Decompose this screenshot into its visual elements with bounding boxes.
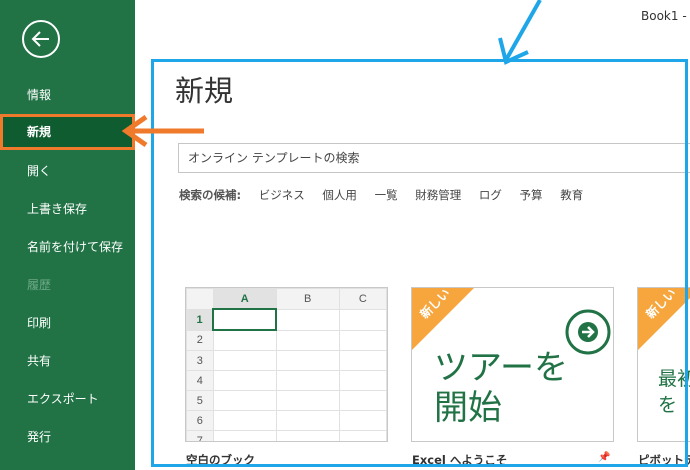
template-blank-workbook[interactable]: A B C 1 2 3 4 5 6 7 <box>185 287 388 442</box>
back-button[interactable] <box>22 20 60 58</box>
template-welcome-tour[interactable]: 新しい ツアーを 開始 <box>411 287 614 442</box>
tour-tile-text: ツアーを 開始 <box>434 348 568 428</box>
page-title: 新規 <box>175 74 234 108</box>
template-caption-blank[interactable]: 空白のブック <box>186 452 255 468</box>
grid-col-header: A <box>212 288 277 310</box>
template-pivot-table[interactable]: 新しい 最初 を <box>637 287 690 442</box>
sidebar-item-share[interactable]: 共有 <box>0 343 135 379</box>
template-caption-pivot[interactable]: ピボットテ <box>638 452 690 468</box>
backstage-sidebar: 情報 新規 開く 上書き保存 名前を付けて保存 履歴 印刷 共有 エクスポート … <box>0 0 135 470</box>
grid-row-header: 2 <box>186 329 214 351</box>
suggestion-link-business[interactable]: ビジネス <box>259 187 305 203</box>
suggestion-link-list[interactable]: 一覧 <box>375 187 398 203</box>
sidebar-item-history: 履歴 <box>27 278 52 292</box>
grid-row-header: 7 <box>186 430 214 441</box>
template-caption-welcome[interactable]: Excel へようこそ <box>412 452 507 468</box>
grid-row-header: 5 <box>186 390 214 411</box>
sidebar-item-info[interactable]: 情報 <box>0 77 135 113</box>
suggestion-link-education[interactable]: 教育 <box>560 187 583 203</box>
blue-annotation-arrow-icon <box>498 0 542 65</box>
grid-row-header: 1 <box>186 308 215 331</box>
orange-annotation-arrow-icon <box>121 115 204 148</box>
arrow-right-circle-icon <box>565 309 611 355</box>
sidebar-item-save-as[interactable]: 名前を付けて保存 <box>0 229 135 265</box>
sidebar-item-export[interactable]: エクスポート <box>0 381 135 417</box>
template-search-input[interactable] <box>178 143 690 173</box>
sidebar-item-new[interactable]: 新規 <box>0 114 135 150</box>
suggestion-link-finance[interactable]: 財務管理 <box>415 187 461 203</box>
sidebar-item-publish[interactable]: 発行 <box>0 419 135 455</box>
grid-row-header: 3 <box>186 350 214 371</box>
grid-row-header: 6 <box>186 410 214 431</box>
grid-col-header: B <box>275 288 340 310</box>
sidebar-item-save[interactable]: 上書き保存 <box>0 191 135 227</box>
suggestions-label: 検索の候補: <box>179 188 242 202</box>
blank-workbook-grid-preview: A B C 1 2 3 4 5 6 7 <box>186 288 387 441</box>
suggestion-link-budget[interactable]: 予算 <box>520 187 543 203</box>
grid-cell-selected <box>212 308 278 331</box>
pivot-tile-text: 最初 を <box>658 368 690 416</box>
grid-col-header: C <box>338 288 387 310</box>
suggestion-link-personal[interactable]: 個人用 <box>322 187 357 203</box>
suggestion-link-log[interactable]: ログ <box>479 187 502 203</box>
back-arrow-icon <box>31 31 49 47</box>
sidebar-item-print[interactable]: 印刷 <box>0 305 135 341</box>
grid-corner <box>186 288 214 310</box>
pin-icon[interactable]: 📌 <box>598 452 610 463</box>
window-title: Book1 - <box>641 9 687 23</box>
sidebar-item-open[interactable]: 開く <box>0 153 135 189</box>
search-suggestions: 検索の候補: ビジネス 個人用 一覧 財務管理 ログ 予算 教育 <box>179 187 597 203</box>
grid-row-header: 4 <box>186 370 214 391</box>
